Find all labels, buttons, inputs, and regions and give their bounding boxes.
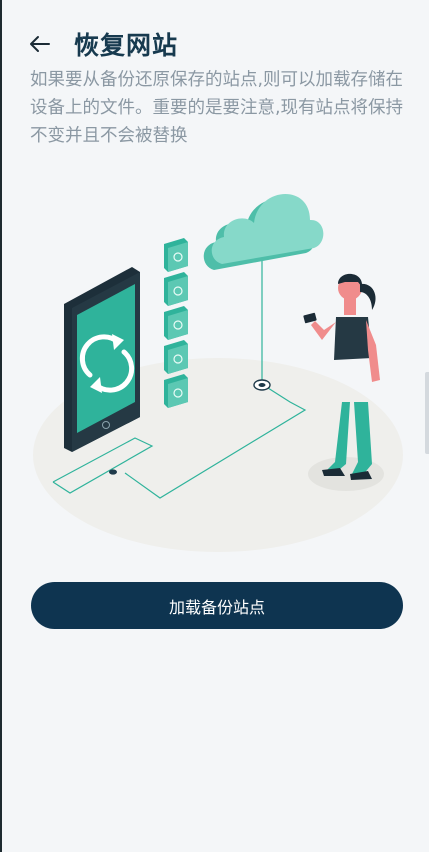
header: 恢复网站 [28,24,178,64]
cloud-restore-illustration [33,194,403,552]
cloud-shape [203,194,324,270]
file-blocks [164,238,188,408]
page-title: 恢复网站 [74,31,179,60]
description-text: 如果要从备份还原保存的站点,则可以加载存储在设备上的文件。重要的是要注意,现有站… [30,70,404,146]
load-backup-button[interactable]: 加载备份站点 [31,582,403,629]
arrow-left-icon [30,36,50,52]
back-button[interactable] [28,26,56,62]
